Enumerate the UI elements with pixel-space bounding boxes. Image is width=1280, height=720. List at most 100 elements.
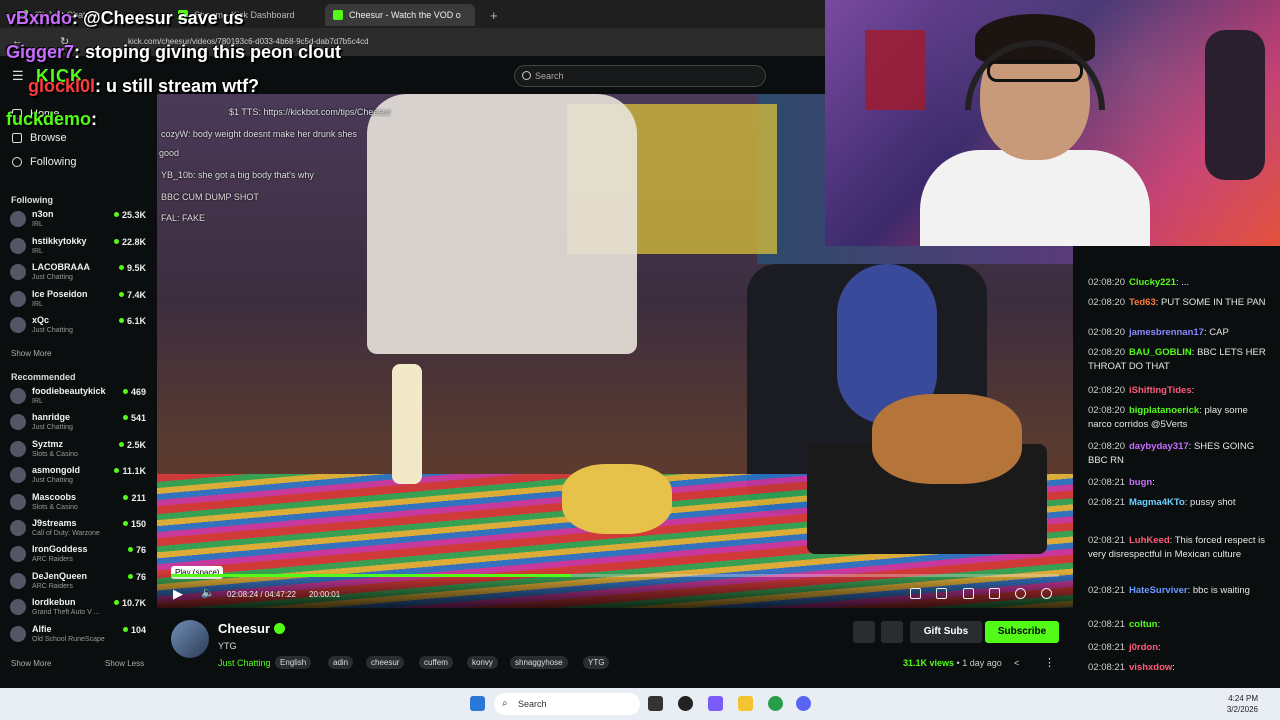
tag-chip[interactable]: konvy	[467, 656, 498, 669]
chrome-icon[interactable]	[768, 696, 783, 711]
chat-username[interactable]: bugn	[1129, 477, 1152, 488]
notification-bell-icon[interactable]	[853, 621, 875, 643]
chat-timestamp: 02:08:21	[1088, 619, 1125, 630]
chat-username[interactable]: coltun	[1129, 619, 1158, 630]
sidebar-channel[interactable]: xQc Just Chatting 6.1K	[10, 313, 146, 339]
chat-username[interactable]: Magma4KTo	[1129, 497, 1185, 508]
speed-icon[interactable]	[1015, 588, 1026, 599]
tag-chip[interactable]: adin	[328, 656, 354, 669]
channel-name: hanridge	[32, 412, 71, 423]
chat-username[interactable]: j0rdon	[1129, 642, 1158, 653]
task-view-icon[interactable]	[648, 696, 663, 711]
gift-subs-button[interactable]: Gift Subs	[910, 621, 982, 643]
taskbar-search[interactable]: ⌕ Search	[494, 693, 640, 715]
search-input[interactable]: Search	[514, 65, 766, 87]
system-clock[interactable]: 4:24 PM 3/2/2026	[1218, 693, 1258, 715]
chat-text: :	[1191, 385, 1195, 396]
sidebar-channel[interactable]: Syztmz Slots & Casino 2.5K	[10, 437, 146, 463]
tag-chip[interactable]: YTG	[583, 656, 610, 669]
chat-username[interactable]: LuhKeed	[1129, 535, 1170, 546]
new-tab-icon[interactable]: +	[482, 4, 502, 26]
clip-icon[interactable]	[936, 588, 947, 599]
streamer-shirt	[920, 150, 1150, 246]
more-options-icon[interactable]: ⋮	[1044, 656, 1055, 669]
share-icon[interactable]: <	[1014, 658, 1019, 668]
channel-avatar	[10, 572, 26, 589]
settings-gear-icon[interactable]	[1041, 588, 1052, 599]
progress-bar[interactable]	[171, 574, 1059, 577]
tag-chip[interactable]: shnaggyhose	[510, 656, 568, 669]
sidebar-channel[interactable]: LACOBRAAA Just Chatting 9.5K	[10, 260, 146, 286]
show-more-recommended[interactable]: Show More	[11, 659, 51, 668]
search-icon	[522, 71, 531, 80]
file-explorer-icon[interactable]	[738, 696, 753, 711]
channel-avatar	[10, 467, 26, 484]
chat-message: 02:08:20 Clucky221: ...	[1088, 276, 1270, 290]
sidebar-channel[interactable]: Ice Poseidon IRL 7.4K	[10, 287, 146, 313]
viewer-count: 6.1K	[119, 316, 146, 326]
discord-icon[interactable]	[796, 696, 811, 711]
tag-chip[interactable]: cheesur	[366, 656, 405, 669]
viewer-count: 104	[123, 625, 146, 635]
fullscreen-icon[interactable]	[989, 588, 1000, 599]
channel-name[interactable]: Cheesur	[218, 621, 270, 636]
chat-username[interactable]: bigplatanoerick	[1129, 405, 1199, 416]
sidebar-channel[interactable]: DeJenQueen ARC Raiders 76	[10, 569, 146, 595]
chat-username[interactable]: vishxdow	[1129, 662, 1172, 673]
chat-text: : ...	[1176, 277, 1190, 288]
show-less-button[interactable]: Show Less	[105, 659, 144, 668]
follow-heart-icon[interactable]	[881, 621, 903, 643]
chat-timestamp: 02:08:20	[1088, 385, 1125, 396]
copilot-icon[interactable]	[708, 696, 723, 711]
subscribe-button[interactable]: Subscribe	[985, 621, 1059, 643]
person-shirt	[367, 94, 637, 354]
chat-username[interactable]: daybyday317	[1129, 441, 1189, 452]
sidebar-channel[interactable]: IronGoddess ARC Raiders 76	[10, 542, 146, 568]
chat-username[interactable]: Ted63	[1129, 297, 1156, 308]
chat-username[interactable]: HateSurviver	[1129, 585, 1188, 596]
frying-pan	[872, 394, 1022, 484]
viewer-count: 150	[123, 519, 146, 529]
tag-chip[interactable]: cuffem	[419, 656, 453, 669]
channel-category: IRL	[32, 398, 43, 405]
sidebar-channel[interactable]: asmongold Just Chatting 11.1K	[10, 463, 146, 489]
channel-category: Just Chatting	[32, 274, 73, 282]
theater-mode-icon[interactable]	[963, 588, 974, 599]
hamburger-menu-icon[interactable]: ☰	[12, 68, 24, 84]
windows-start-icon[interactable]	[470, 696, 485, 711]
chat-timestamp: 02:08:20	[1088, 405, 1125, 416]
tab-cheesur-vod[interactable]: Cheesur - Watch the VOD o	[325, 4, 475, 26]
channel-name: asmongold	[32, 465, 81, 476]
nav-browse[interactable]: Browse	[12, 132, 67, 144]
sidebar-channel[interactable]: J9streams Call of Duty: Warzone 150	[10, 516, 146, 542]
overlay-chat-line: glockl0l: u still stream wtf?	[28, 76, 259, 97]
category-link[interactable]: Just Chatting	[218, 658, 271, 668]
chat-message: 02:08:21 HateSurviver: bbc is waiting	[1088, 584, 1270, 598]
nav-following[interactable]: Following	[12, 156, 76, 168]
avatar[interactable]	[171, 620, 209, 658]
chat-message: 02:08:20 BAU_GOBLIN: BBC LETS HER THROAT …	[1088, 346, 1270, 374]
chat-username[interactable]: BAU_GOBLIN	[1129, 347, 1192, 358]
channel-avatar	[10, 546, 26, 563]
miniplayer-icon[interactable]	[910, 588, 921, 599]
chat-username[interactable]: jamesbrennan17	[1129, 327, 1204, 338]
sidebar-channel[interactable]: Mascoobs Slots & Casino 211	[10, 490, 146, 516]
sidebar-channel[interactable]: hanridge Just Chatting 541	[10, 410, 146, 436]
sidebar-channel[interactable]: lordkebun Grand Theft Auto V ... 10.7K	[10, 595, 146, 621]
chat-timestamp: 02:08:20	[1088, 297, 1125, 308]
volume-icon[interactable]: 🔈	[201, 586, 215, 599]
tts-line: $1 TTS: https://kickbot.com/tips/Cheesur	[229, 107, 391, 117]
chat-username[interactable]: Clucky221	[1129, 277, 1176, 288]
tag-chip[interactable]: English	[275, 656, 312, 669]
chat-username[interactable]: iShiftingTides	[1129, 385, 1192, 396]
sidebar-channel[interactable]: n3on IRL 25.3K	[10, 207, 146, 233]
sidebar-channel[interactable]: hstikkytokky IRL 22.8K	[10, 234, 146, 260]
progress-fill	[171, 574, 571, 577]
chat-timestamp: 02:08:21	[1088, 477, 1125, 488]
sidebar-channel[interactable]: foodiebeautykick IRL 469	[10, 384, 146, 410]
sidebar-channel[interactable]: Alfie Old School RuneScape 104	[10, 622, 146, 648]
show-more-following[interactable]: Show More	[11, 349, 51, 358]
app-icon[interactable]	[678, 696, 693, 711]
tts-line: FAL: FAKE	[161, 213, 206, 223]
play-icon[interactable]: ▶	[173, 586, 183, 602]
